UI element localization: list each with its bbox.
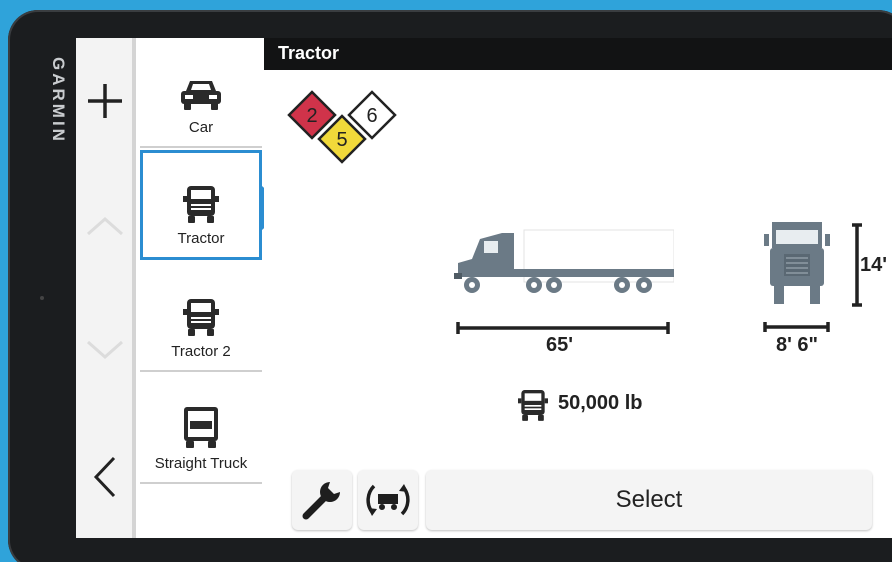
truck-side-view <box>454 229 674 293</box>
bezel-sensor <box>40 296 44 300</box>
vehicle-label: Tractor 2 <box>171 343 231 360</box>
weight-truck-icon <box>518 390 548 421</box>
add-button[interactable] <box>76 73 134 129</box>
page-title: Tractor <box>264 38 892 70</box>
vehicle-item-tractor-2[interactable]: Tractor 2 <box>140 262 262 372</box>
vehicle-settings-button[interactable] <box>292 470 352 530</box>
tractor-icon <box>183 299 219 336</box>
vehicle-item-car[interactable]: Car <box>140 38 262 148</box>
back-button[interactable] <box>76 452 134 502</box>
arrow-up-icon <box>87 216 123 236</box>
hazmat-badges: 2 6 5 <box>287 90 397 164</box>
select-button[interactable]: Select <box>426 470 872 530</box>
truck-front-view <box>764 222 830 304</box>
select-button-label: Select <box>615 486 683 513</box>
width-dimension-line <box>763 322 830 332</box>
car-icon <box>181 81 221 110</box>
back-icon <box>93 456 116 498</box>
screen: Car Tractor Tractor 2 Straight Truck Tra… <box>76 38 892 538</box>
vehicle-label: Car <box>188 119 214 136</box>
vehicle-detail-panel: 2 6 5 65' 8' 6" 14' 50,000 lb Select <box>264 70 892 538</box>
width-label: 8' 6" <box>776 334 819 356</box>
scroll-up-button[interactable] <box>76 206 134 246</box>
tractor-icon <box>183 186 219 223</box>
swap-trailer-button[interactable] <box>358 470 418 530</box>
brand-logo: GARMIN <box>49 56 68 144</box>
hazmat-value: 2 <box>306 105 317 127</box>
vehicle-list: Car Tractor Tractor 2 Straight Truck <box>140 38 264 538</box>
vehicle-label: Straight Truck <box>154 455 248 472</box>
vehicle-item-tractor[interactable]: Tractor <box>140 150 262 260</box>
weight-label: 50,000 lb <box>558 392 643 414</box>
swap-trailer-icon <box>366 484 410 516</box>
add-icon <box>88 84 122 118</box>
control-rail <box>76 38 136 538</box>
hazmat-value: 5 <box>336 129 347 151</box>
vehicle-item-straight-truck[interactable]: Straight Truck <box>140 374 262 484</box>
scroll-down-button[interactable] <box>76 330 134 370</box>
vehicle-label: Tractor <box>177 230 225 247</box>
height-label: 14' <box>860 254 888 276</box>
wrench-icon <box>302 482 340 520</box>
straight-truck-icon <box>184 407 218 448</box>
arrow-down-icon <box>87 340 123 360</box>
hazmat-value: 6 <box>366 105 377 127</box>
length-label: 65' <box>546 334 574 356</box>
